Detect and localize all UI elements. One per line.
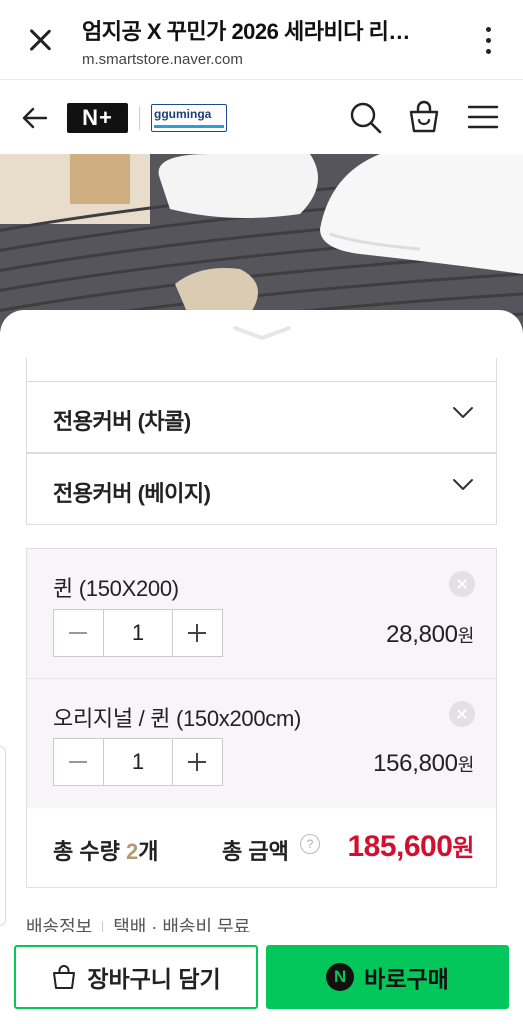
hamburger-menu-icon[interactable]	[465, 99, 501, 135]
product-photo	[0, 154, 523, 334]
total-amount: 185,600원	[347, 828, 474, 864]
quantity-stepper: 1	[53, 738, 223, 786]
back-arrow-icon[interactable]	[20, 103, 50, 133]
remove-item-icon[interactable]	[449, 571, 475, 597]
buy-now-button[interactable]: N 바로구매	[266, 945, 509, 1009]
selected-item-name: 오리지널 / 퀸 (150x200cm)	[53, 706, 302, 731]
item-price: 28,800원	[386, 621, 474, 649]
browser-title: 엄지공 X 꾸민가 2026 세라비다 리…	[82, 19, 410, 44]
selected-item-name: 퀸 (150X200)	[53, 576, 179, 601]
increase-quantity-button[interactable]	[173, 739, 222, 785]
currency-unit: 원	[452, 835, 474, 862]
total-quantity-prefix: 총 수량	[53, 839, 126, 864]
total-quantity: 총 수량 2개	[53, 834, 158, 866]
naver-pay-icon: N	[326, 963, 355, 991]
add-to-cart-label: 장바구니 담기	[87, 966, 221, 992]
option-label: 전용커버 (차콜)	[53, 409, 191, 434]
total-amount-label: 총 금액	[222, 839, 289, 864]
option-row[interactable]: 전용커버 (차콜)	[26, 381, 497, 453]
brand-logo[interactable]: gguminga	[151, 104, 227, 132]
option-row[interactable]: 전용커버 (베이지)	[26, 453, 497, 525]
purchase-action-bar: 장바구니 담기 N 바로구매	[0, 932, 523, 1024]
brand-logo-underline	[154, 125, 224, 128]
decrease-quantity-button[interactable]	[54, 739, 103, 785]
close-icon[interactable]	[22, 22, 58, 58]
brand-logo-text: gguminga	[154, 107, 212, 121]
decrease-quantity-button[interactable]	[54, 610, 103, 656]
item-price: 156,800원	[373, 750, 474, 778]
increase-quantity-button[interactable]	[173, 610, 222, 656]
option-bottom-sheet: 전용커버 (차콜) 전용커버 (베이지) 퀸 (150X200) 1 28,80…	[0, 310, 523, 1024]
currency-unit: 원	[457, 626, 475, 646]
total-summary: 총 수량 2개 총 금액 ? 185,600원	[27, 808, 496, 887]
item-price-value: 28,800	[386, 621, 458, 648]
currency-unit: 원	[457, 755, 475, 775]
quantity-value[interactable]: 1	[103, 739, 173, 785]
shopping-bag-icon[interactable]	[406, 99, 442, 135]
selected-options-box: 퀸 (150X200) 1 28,800원 오리지널 / 퀸 (150x200c…	[26, 548, 497, 888]
sheet-collapse-chevron-icon[interactable]	[231, 324, 293, 342]
total-quantity-value: 2	[125, 839, 139, 864]
selected-item: 오리지널 / 퀸 (150x200cm) 1 156,800원	[27, 679, 496, 808]
selected-item: 퀸 (150X200) 1 28,800원	[27, 549, 496, 678]
quantity-value[interactable]: 1	[103, 610, 173, 656]
total-amount-value: 185,600	[347, 830, 453, 863]
option-label: 전용커버 (베이지)	[53, 481, 211, 506]
logo-divider	[139, 106, 140, 130]
item-price-value: 156,800	[373, 750, 458, 777]
more-menu-icon[interactable]	[478, 24, 498, 56]
search-icon[interactable]	[347, 99, 383, 135]
chevron-down-icon	[453, 407, 473, 418]
naver-plus-store-logo[interactable]: N+	[67, 103, 128, 133]
shopping-bag-icon	[53, 965, 76, 989]
add-to-cart-button[interactable]: 장바구니 담기	[14, 945, 258, 1009]
buy-now-label: 바로구매	[364, 966, 449, 992]
store-header: N+ gguminga	[0, 81, 523, 154]
browser-url[interactable]: m.smartstore.naver.com	[82, 51, 243, 68]
remove-item-icon[interactable]	[449, 701, 475, 727]
option-row-partial	[26, 358, 497, 382]
quantity-stepper: 1	[53, 609, 223, 657]
side-edge-handle[interactable]	[0, 746, 6, 926]
help-icon[interactable]: ?	[300, 834, 320, 854]
total-quantity-suffix: 개	[138, 839, 159, 864]
chevron-down-icon	[453, 479, 473, 490]
browser-bar: 엄지공 X 꾸민가 2026 세라비다 리… m.smartstore.nave…	[0, 0, 523, 80]
